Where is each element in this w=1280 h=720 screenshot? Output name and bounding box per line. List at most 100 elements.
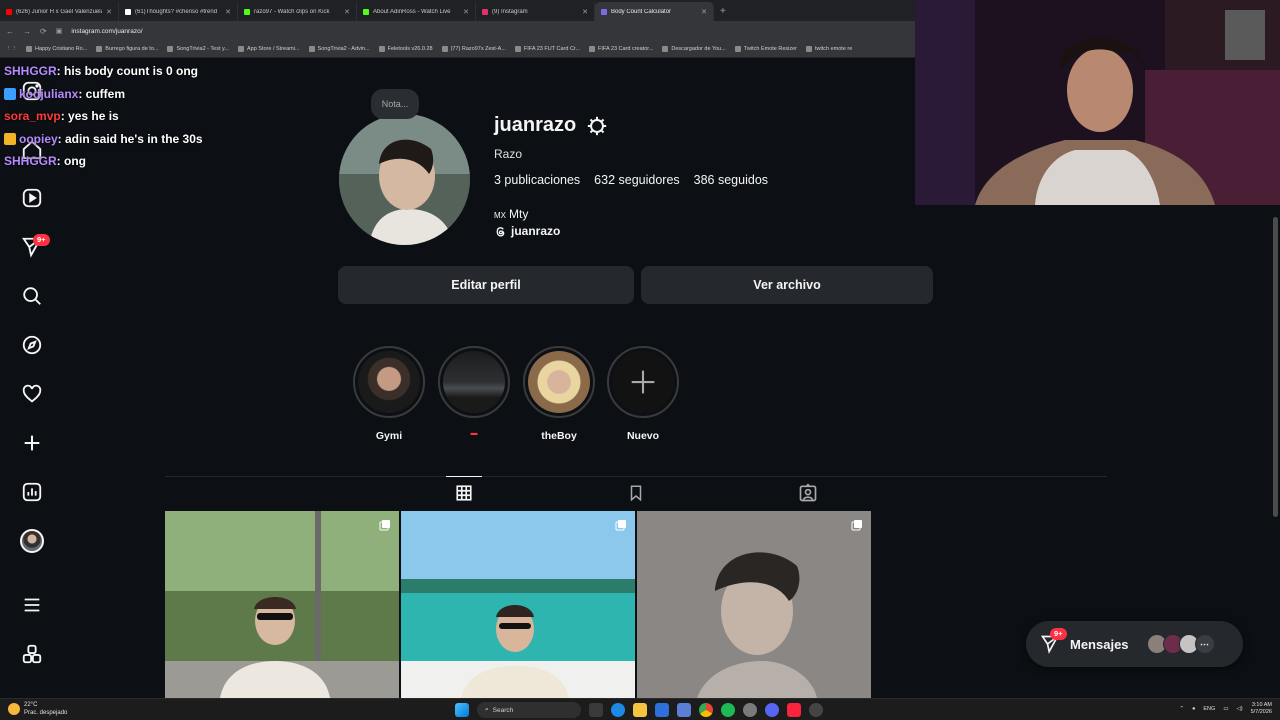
bookmark[interactable]: SongTrivia2 - Test y... <box>167 46 229 52</box>
sidebar-item-explore[interactable] <box>19 332 45 358</box>
tab-saved[interactable] <box>626 481 646 505</box>
sidebar-item-profile[interactable] <box>19 528 45 554</box>
new-highlight-button[interactable]: Nuevo <box>606 346 680 442</box>
close-icon[interactable]: ✕ <box>106 8 112 16</box>
browser-tab[interactable]: (9) Instagram ✕ <box>476 2 595 21</box>
browser-tab[interactable]: About AdinRoss - Watch Live ✕ <box>357 2 476 21</box>
browser-tab[interactable]: (626) Junior H x Gael Valenzuela ✕ <box>0 2 119 21</box>
page-scrollbar[interactable] <box>1271 205 1280 698</box>
close-icon[interactable]: ✕ <box>225 8 231 16</box>
highlight-label: Gymi <box>375 430 403 442</box>
mail-icon[interactable] <box>655 703 669 717</box>
obs-icon[interactable] <box>809 703 823 717</box>
post-thumbnail[interactable] <box>165 511 399 698</box>
view-archive-button[interactable]: Ver archivo <box>641 266 933 304</box>
threads-link[interactable]: juanrazo <box>494 224 560 238</box>
new-tab-icon[interactable]: + <box>714 2 732 21</box>
bookmark[interactable]: Happy Cristiano Ro... <box>26 46 87 52</box>
compass-icon <box>22 335 42 355</box>
bookmark[interactable]: Twitch Emote Resizer <box>734 46 797 52</box>
note-bubble[interactable]: Nota... <box>371 89 419 119</box>
app-icon[interactable] <box>743 703 757 717</box>
close-icon[interactable]: ✕ <box>582 8 588 16</box>
edit-profile-button[interactable]: Editar perfil <box>338 266 634 304</box>
sidebar-item-create[interactable] <box>19 430 45 456</box>
apps-icon[interactable]: ⋮⋮ <box>6 46 17 52</box>
close-icon[interactable]: ✕ <box>344 8 350 16</box>
bookmark[interactable]: FIFA 23 Card creator... <box>589 46 653 52</box>
file-explorer-icon[interactable] <box>633 703 647 717</box>
language-indicator[interactable]: ENG <box>1203 706 1215 712</box>
menu-icon <box>24 598 40 612</box>
chrome-icon[interactable] <box>699 703 713 717</box>
followers-count[interactable]: 632 seguidores <box>594 173 679 187</box>
bookmark[interactable]: Feletools v26.0.28 <box>378 46 433 52</box>
weather-condition: Prac. despejado <box>24 710 68 716</box>
chat-badge-icon <box>4 87 16 100</box>
bookmark[interactable]: (77) Razo97s Zest-A... <box>441 46 506 52</box>
messages-button[interactable]: 9+ Mensajes ⋯ <box>1026 621 1243 667</box>
highlight-thumbnail <box>443 351 505 413</box>
browser-tab-active[interactable]: Body Count Calculator ✕ <box>595 2 714 21</box>
chat-username: SHHGGR <box>4 64 57 78</box>
tab-posts[interactable] <box>446 476 482 505</box>
settings-gear-icon[interactable] <box>586 115 608 137</box>
profile-picture[interactable] <box>339 114 470 245</box>
sidebar-item-threads[interactable] <box>19 641 45 667</box>
tab-title: (9) Instagram <box>492 8 528 15</box>
clock[interactable]: 3:10 AM 5/7/2026 <box>1251 702 1272 716</box>
following-count[interactable]: 386 seguidos <box>694 173 768 187</box>
close-icon[interactable]: ✕ <box>463 8 469 16</box>
browser-tab[interactable]: (61)Thoughts? #chenso #trend ✕ <box>119 2 238 21</box>
sidebar-item-search[interactable] <box>19 283 45 309</box>
highlight-ring <box>523 346 595 418</box>
taskbar-search[interactable]: ⌕ Search <box>477 702 581 718</box>
task-view-icon[interactable] <box>589 703 603 717</box>
weather-widget[interactable]: 22°C Prac. despejado <box>8 701 67 717</box>
volume-icon[interactable]: ◁) <box>1237 706 1243 712</box>
temperature: 22°C <box>24 702 38 708</box>
screen: (626) Junior H x Gael Valenzuela ✕ (61)Th… <box>0 0 1280 720</box>
kick-icon <box>244 8 250 15</box>
bookmark[interactable]: Descargador de You... <box>662 46 726 52</box>
tab-tagged[interactable] <box>798 481 818 505</box>
site-info-icon[interactable]: ▣ <box>56 27 63 35</box>
bookmark-icon <box>378 46 385 52</box>
scrollbar-thumb[interactable] <box>1273 217 1278 517</box>
chevron-up-icon[interactable]: ⌃ <box>1179 706 1184 712</box>
music-icon[interactable] <box>787 703 801 717</box>
highlight-item[interactable]: ▬ <box>437 346 511 437</box>
close-icon[interactable]: ✕ <box>701 8 707 16</box>
forward-icon[interactable]: → <box>23 27 31 36</box>
sidebar-item-reels[interactable] <box>19 185 45 211</box>
microphone-icon[interactable]: ● <box>1192 706 1195 712</box>
discord-icon[interactable] <box>765 703 779 717</box>
post-thumbnail[interactable] <box>401 511 635 698</box>
bookmark[interactable]: App Store / Streami... <box>237 46 300 52</box>
back-icon[interactable]: ← <box>6 27 14 36</box>
chat-text: : adin said he's in the 30s <box>57 131 203 146</box>
edge-icon[interactable] <box>611 703 625 717</box>
sidebar-item-dashboard[interactable] <box>19 479 45 505</box>
post-thumbnail[interactable] <box>637 511 871 698</box>
spotify-icon[interactable] <box>721 703 735 717</box>
network-icon[interactable]: ▭ <box>1223 706 1228 712</box>
windows-start-icon[interactable] <box>455 703 469 717</box>
sidebar-item-messages[interactable]: 9+ <box>19 234 50 260</box>
bookmark[interactable]: Burrego figura de to... <box>96 46 158 52</box>
sidebar-item-notifications[interactable] <box>19 381 45 407</box>
highlight-item[interactable]: Gymi <box>352 346 426 442</box>
bookmark-icon <box>441 46 448 52</box>
bookmark[interactable]: SongTrivia2 - Advin... <box>308 46 370 52</box>
sidebar-item-more[interactable] <box>19 592 45 618</box>
bookmark[interactable]: FIFA 23 FUT Card Cr... <box>514 46 580 52</box>
highlight-item[interactable]: theBoy <box>522 346 596 442</box>
tagged-user-icon <box>799 483 817 502</box>
browser-tab[interactable]: razo97 - Watch clips on Kick ✕ <box>238 2 357 21</box>
highlight-label: Nuevo <box>626 430 660 442</box>
bookmark[interactable]: twitch emote re <box>806 46 852 52</box>
chat-text: : ong <box>56 154 86 168</box>
url-field[interactable]: instagram.com/juanrazo/ <box>71 28 142 35</box>
store-icon[interactable] <box>677 703 691 717</box>
reload-icon[interactable]: ⟳ <box>40 27 47 36</box>
